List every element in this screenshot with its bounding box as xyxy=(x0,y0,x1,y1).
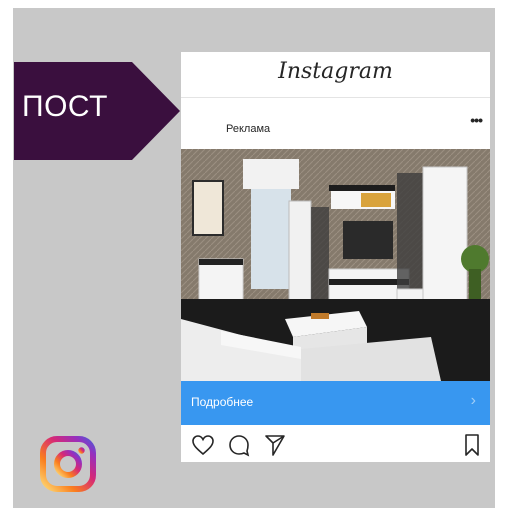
sponsored-label: Реклама xyxy=(226,123,271,135)
send-icon[interactable] xyxy=(263,433,287,457)
learn-more-label: Подробнее xyxy=(191,395,254,409)
bookmark-icon[interactable] xyxy=(460,433,484,457)
heart-icon[interactable] xyxy=(191,433,215,457)
post-photo[interactable] xyxy=(181,149,490,381)
comment-icon[interactable] xyxy=(227,433,251,457)
post-author-row: Реклама ••• xyxy=(181,98,490,148)
more-options-icon[interactable]: ••• xyxy=(470,112,483,128)
post-app-header: Instagram xyxy=(181,52,490,98)
instagram-post-card: Instagram Реклама ••• Подробнее › xyxy=(181,52,490,462)
chevron-right-icon: › xyxy=(470,392,476,409)
instagram-logo-icon xyxy=(40,436,96,492)
learn-more-button[interactable]: Подробнее › xyxy=(181,381,490,425)
post-label: ПОСТ xyxy=(22,90,108,123)
post-actions-bar xyxy=(181,425,490,462)
instagram-wordmark: Instagram xyxy=(278,59,393,84)
